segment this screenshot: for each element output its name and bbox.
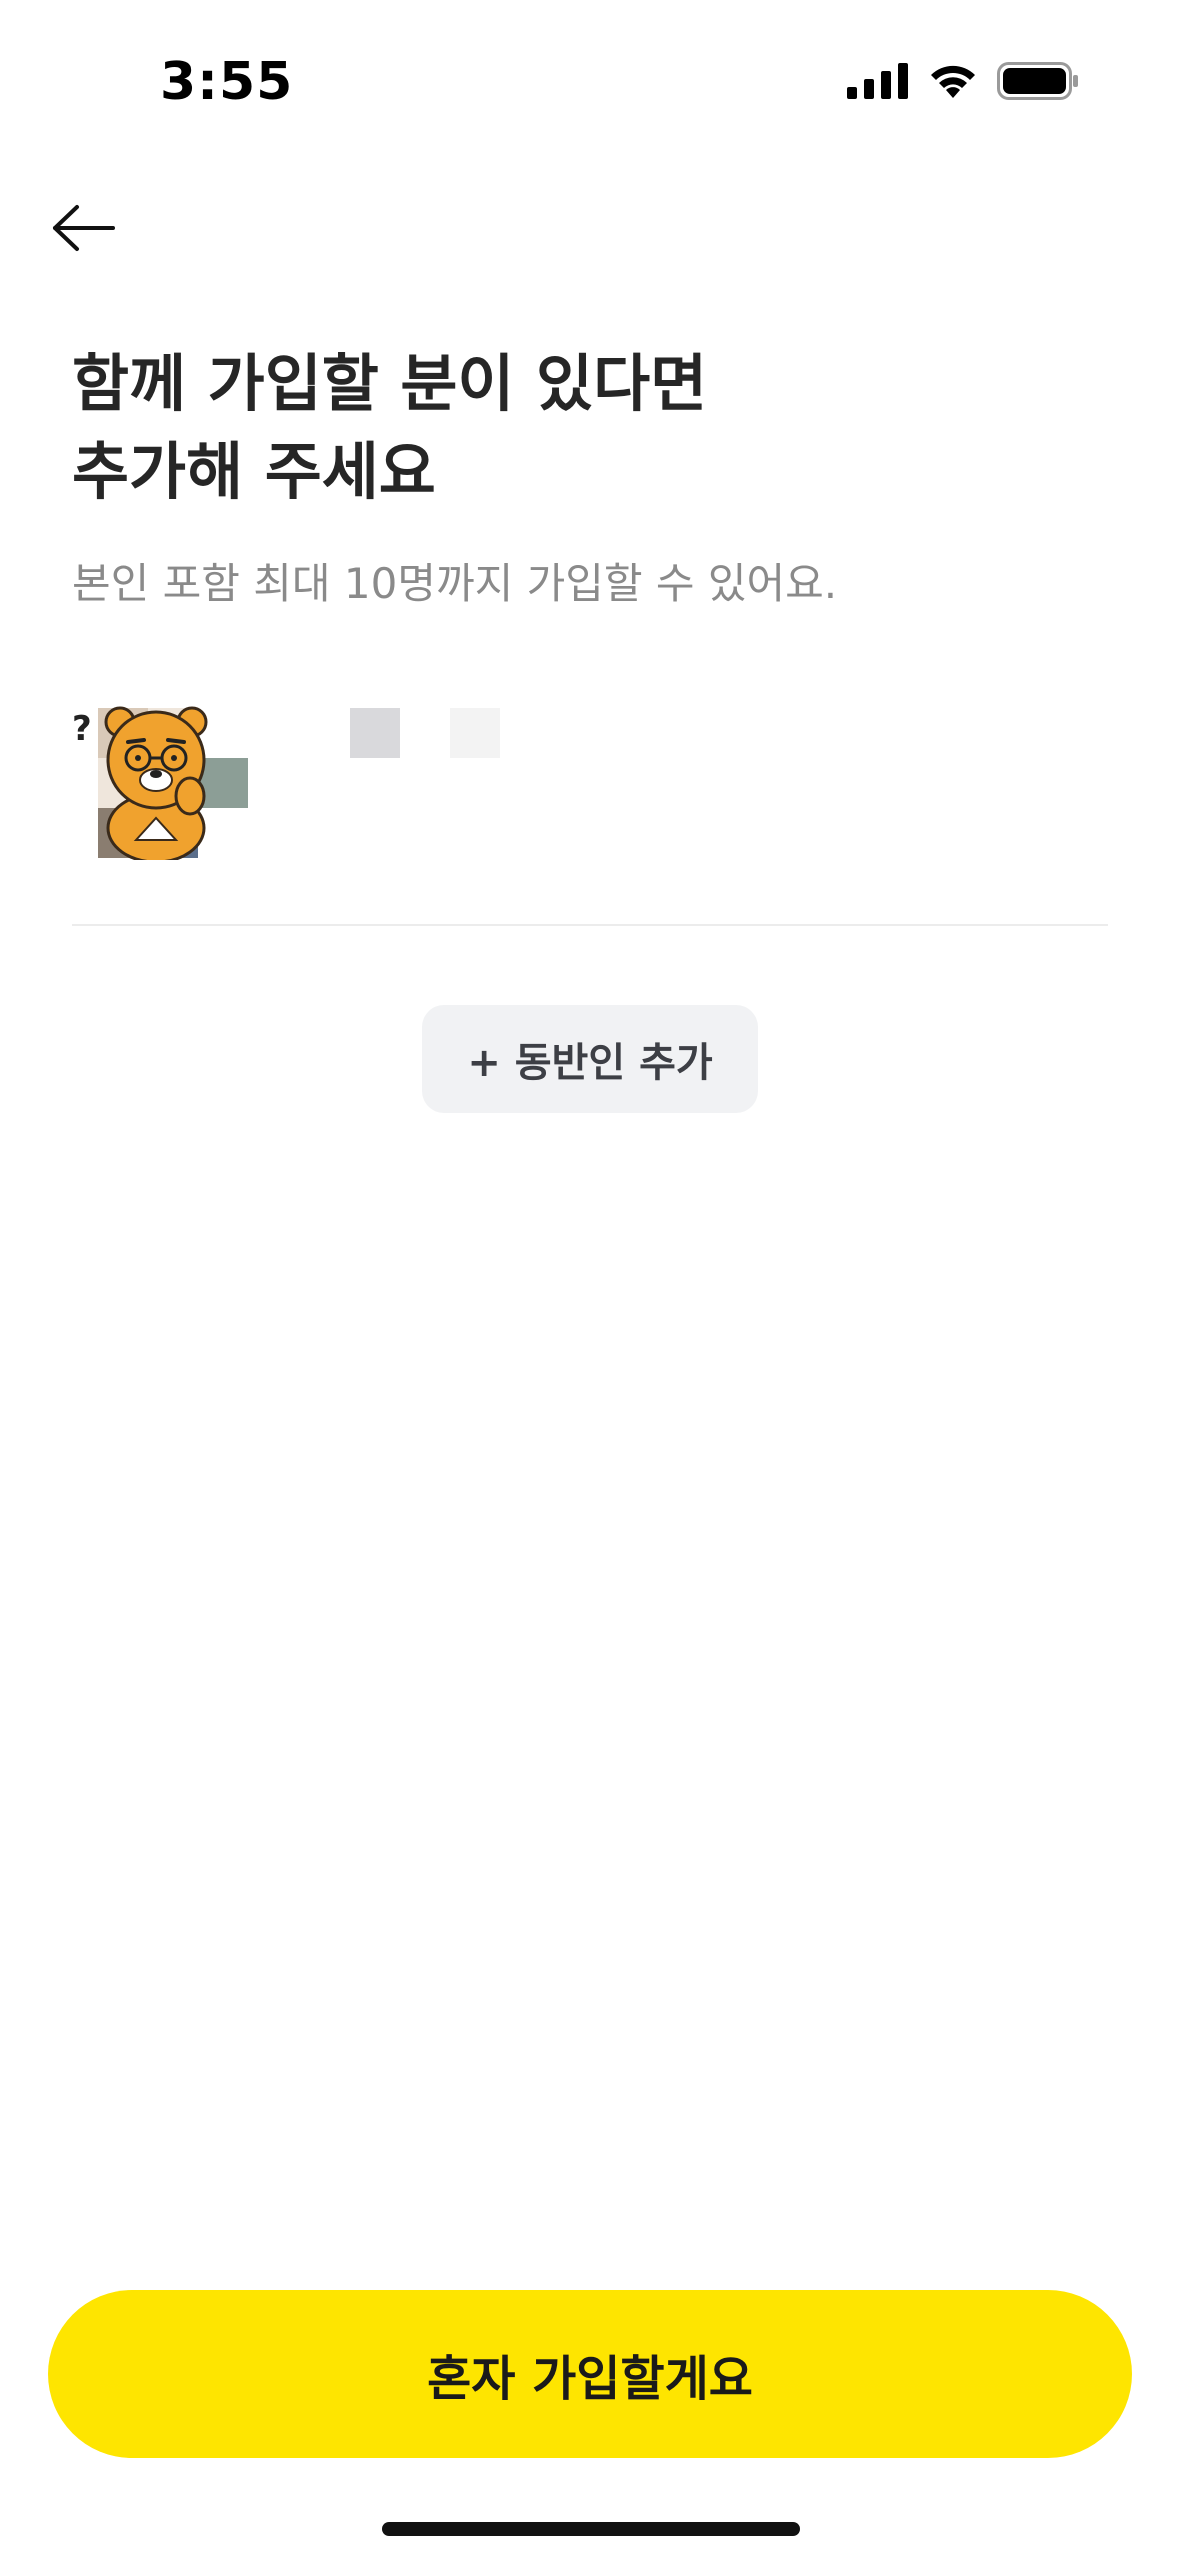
join-alone-button[interactable]: 혼자 가입할게요	[48, 2290, 1132, 2458]
battery-icon	[997, 62, 1079, 100]
cellular-signal-icon	[847, 63, 909, 99]
status-bar: 3:55	[0, 0, 1179, 180]
wifi-icon	[927, 62, 979, 100]
divider	[72, 924, 1108, 926]
character-avatar-icon: ?	[72, 700, 262, 864]
add-companion-button[interactable]: + 동반인 추가	[422, 1005, 758, 1113]
page-subtitle: 본인 포함 최대 10명까지 가입할 수 있어요.	[72, 559, 838, 608]
page-title: 함께 가입할 분이 있다면 추가해 주세요	[72, 340, 1112, 516]
title-line-2: 추가해 주세요	[72, 435, 436, 508]
svg-text:?: ?	[72, 709, 92, 749]
home-indicator	[382, 2522, 800, 2536]
arrow-left-icon	[51, 204, 117, 256]
back-button[interactable]	[44, 190, 124, 270]
member-row: ?	[72, 700, 1108, 920]
status-icons	[847, 62, 1079, 100]
member-detail-placeholder	[450, 708, 500, 758]
member-name-placeholder	[350, 708, 400, 758]
join-alone-label: 혼자 가입할게요	[427, 2351, 753, 2407]
status-time: 3:55	[160, 52, 294, 112]
title-line-1: 함께 가입할 분이 있다면	[72, 347, 708, 420]
add-companion-label: + 동반인 추가	[467, 1040, 713, 1086]
